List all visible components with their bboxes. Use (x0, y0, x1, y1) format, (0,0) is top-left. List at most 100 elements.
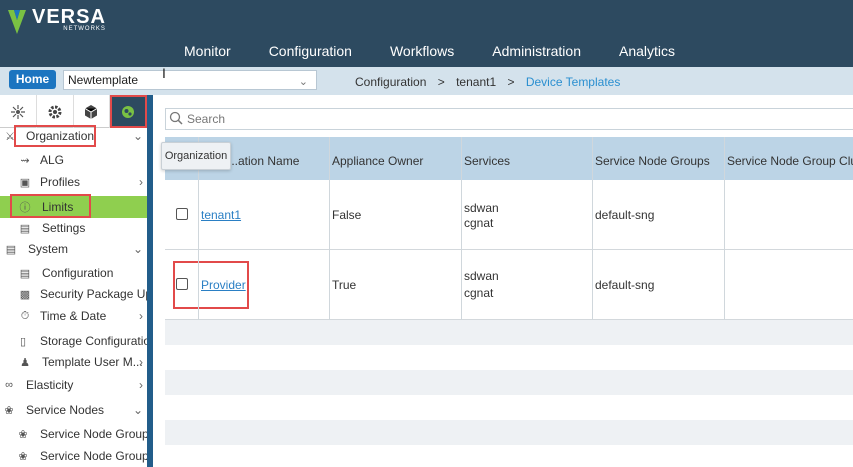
tab-settings[interactable] (37, 95, 74, 128)
search-placeholder: Search (187, 112, 226, 126)
services-icon (122, 105, 135, 118)
nav-monitor[interactable]: Monitor (165, 36, 250, 66)
table-header: ...ation Name Appliance Owner Services S… (165, 137, 853, 180)
sidebar-item-label: Service Node Group ... (40, 449, 147, 463)
tab-network[interactable] (0, 95, 37, 128)
org-name-cell: tenant1 (201, 208, 241, 222)
sng-cell: default-sng (595, 278, 655, 292)
chevron-right-icon[interactable]: › (139, 175, 143, 189)
gear-icon (48, 105, 62, 118)
chevron-right-icon[interactable]: › (139, 378, 143, 392)
service-cell: sdwan (464, 201, 499, 215)
top-header: VERSA NETWORKS Monitor Configuration Wor… (0, 0, 853, 67)
sidebar-item-elasticity[interactable]: ∞ Elasticity › (0, 374, 147, 396)
crumb-separator: > (437, 75, 445, 89)
owner-cell: True (332, 278, 357, 292)
chevron-down-icon[interactable]: ⌄ (133, 242, 143, 256)
service-node-group-cluster-icon: ❀ (18, 450, 28, 463)
versa-logo-icon (8, 10, 26, 34)
sidebar-item-label: Storage Configurations (40, 334, 147, 348)
column-divider[interactable] (724, 137, 725, 320)
versa-logo[interactable]: VERSA NETWORKS (6, 6, 106, 36)
home-button[interactable]: Home (9, 70, 56, 89)
system-icon: ▤ (5, 243, 17, 256)
nav-analytics[interactable]: Analytics (600, 36, 694, 66)
clock-icon: ⏱ (20, 309, 30, 322)
search-input[interactable]: Search (165, 108, 853, 130)
sidebar-item-service-node-groups[interactable]: ❀ Service Node Groups (0, 423, 147, 445)
nav-configuration[interactable]: Configuration (250, 36, 371, 66)
empty-row (165, 420, 853, 445)
brand-name: VERSA (32, 6, 106, 28)
network-icon (10, 104, 25, 119)
sng-cell: default-sng (595, 208, 655, 222)
sidebar-item-label: Service Nodes (26, 403, 105, 417)
service-node-groups-icon: ❀ (18, 428, 28, 441)
tab-services[interactable] (110, 95, 147, 128)
sidebar-item-alg[interactable]: ⇝ ALG (0, 149, 147, 171)
search-icon (169, 111, 183, 125)
sidebar-item-system[interactable]: ▤ System ⌄ (0, 238, 147, 260)
empty-row (165, 320, 853, 345)
sidebar-item-template-users[interactable]: ♟ Template User M... › (0, 351, 147, 373)
column-header-owner[interactable]: Appliance Owner (332, 154, 423, 168)
column-header-services[interactable]: Services (464, 154, 510, 168)
sidebar-item-settings[interactable]: ▤ Settings (0, 217, 147, 239)
crumb-separator: > (507, 75, 515, 89)
sidebar-item-label: Service Node Groups (40, 427, 147, 441)
column-divider[interactable] (592, 137, 593, 320)
sidebar-item-profiles[interactable]: ▣ Profiles › (0, 171, 147, 193)
sidebar-item-label: Security Package Up... (40, 287, 147, 301)
column-header-sng-cluster[interactable]: Service Node Group Clus... (727, 154, 853, 168)
elasticity-icon: ∞ (5, 379, 13, 391)
annotation-highlight-organization (14, 125, 96, 147)
crumb-configuration[interactable]: Configuration (355, 75, 426, 89)
chevron-down-icon[interactable]: ⌄ (133, 403, 143, 417)
chevron-right-icon[interactable]: › (139, 309, 143, 323)
template-select[interactable]: Newtemplate ⌄ (63, 70, 317, 90)
sidebar-item-security-package[interactable]: ▩ Security Package Up... (0, 283, 147, 305)
sidebar-item-service-nodes[interactable]: ❀ Service Nodes ⌄ (0, 399, 147, 421)
sidebar-item-label: Elasticity (26, 378, 74, 392)
table-row[interactable]: Provider True sdwan cgnat default-sng (165, 250, 853, 320)
security-package-icon: ▩ (19, 288, 31, 301)
alg-icon: ⇝ (20, 154, 30, 167)
config-icon: ▤ (19, 267, 31, 280)
cube-icon (85, 104, 98, 119)
annotation-highlight-limits (10, 194, 91, 218)
settings-icon: ▤ (19, 222, 31, 235)
chevron-right-icon[interactable]: › (139, 355, 143, 369)
table-row[interactable]: tenant1 False sdwan cgnat default-sng (165, 180, 853, 250)
breadcrumb: Configuration > tenant1 > Device Templat… (355, 75, 620, 89)
tab-objects[interactable] (74, 95, 111, 128)
storage-icon: ▯ (19, 335, 27, 348)
sidebar-divider[interactable] (147, 95, 153, 467)
column-header-name[interactable]: ...ation Name (228, 154, 299, 168)
sidebar-item-time-date[interactable]: ⏱ Time & Date › (0, 305, 147, 327)
sidebar-item-service-node-group-cluster[interactable]: ❀ Service Node Group ... (0, 445, 147, 467)
column-header-sng[interactable]: Service Node Groups (595, 154, 710, 168)
column-divider[interactable] (329, 137, 330, 320)
row-checkbox[interactable] (176, 208, 188, 220)
service-cell: cgnat (464, 286, 494, 300)
sidebar-item-label: Time & Date (40, 309, 107, 323)
service-nodes-icon: ❀ (4, 404, 14, 417)
text-cursor-icon: I (162, 65, 166, 81)
chevron-down-icon[interactable]: ⌄ (133, 129, 143, 143)
sidebar-item-configuration[interactable]: ▤ Configuration (0, 262, 147, 284)
sidebar-item-label: Settings (42, 221, 86, 235)
owner-cell: False (332, 208, 362, 222)
main-nav: Monitor Configuration Workflows Administ… (165, 36, 694, 66)
sidebar: ⚔ Organization ⌄ ⇝ ALG ▣ Profiles › ⓘ Li… (0, 95, 147, 467)
crumb-tenant[interactable]: tenant1 (456, 75, 496, 89)
nav-administration[interactable]: Administration (473, 36, 600, 66)
nav-workflows[interactable]: Workflows (371, 36, 473, 66)
profiles-icon: ▣ (19, 176, 31, 189)
service-cell: cgnat (464, 216, 494, 230)
sidebar-item-storage[interactable]: ▯ Storage Configurations (0, 330, 147, 352)
tooltip: Organization (161, 142, 231, 170)
crumb-device-templates[interactable]: Device Templates (526, 75, 621, 89)
org-link[interactable]: tenant1 (201, 208, 241, 222)
column-divider[interactable] (461, 137, 462, 320)
empty-row (165, 370, 853, 395)
